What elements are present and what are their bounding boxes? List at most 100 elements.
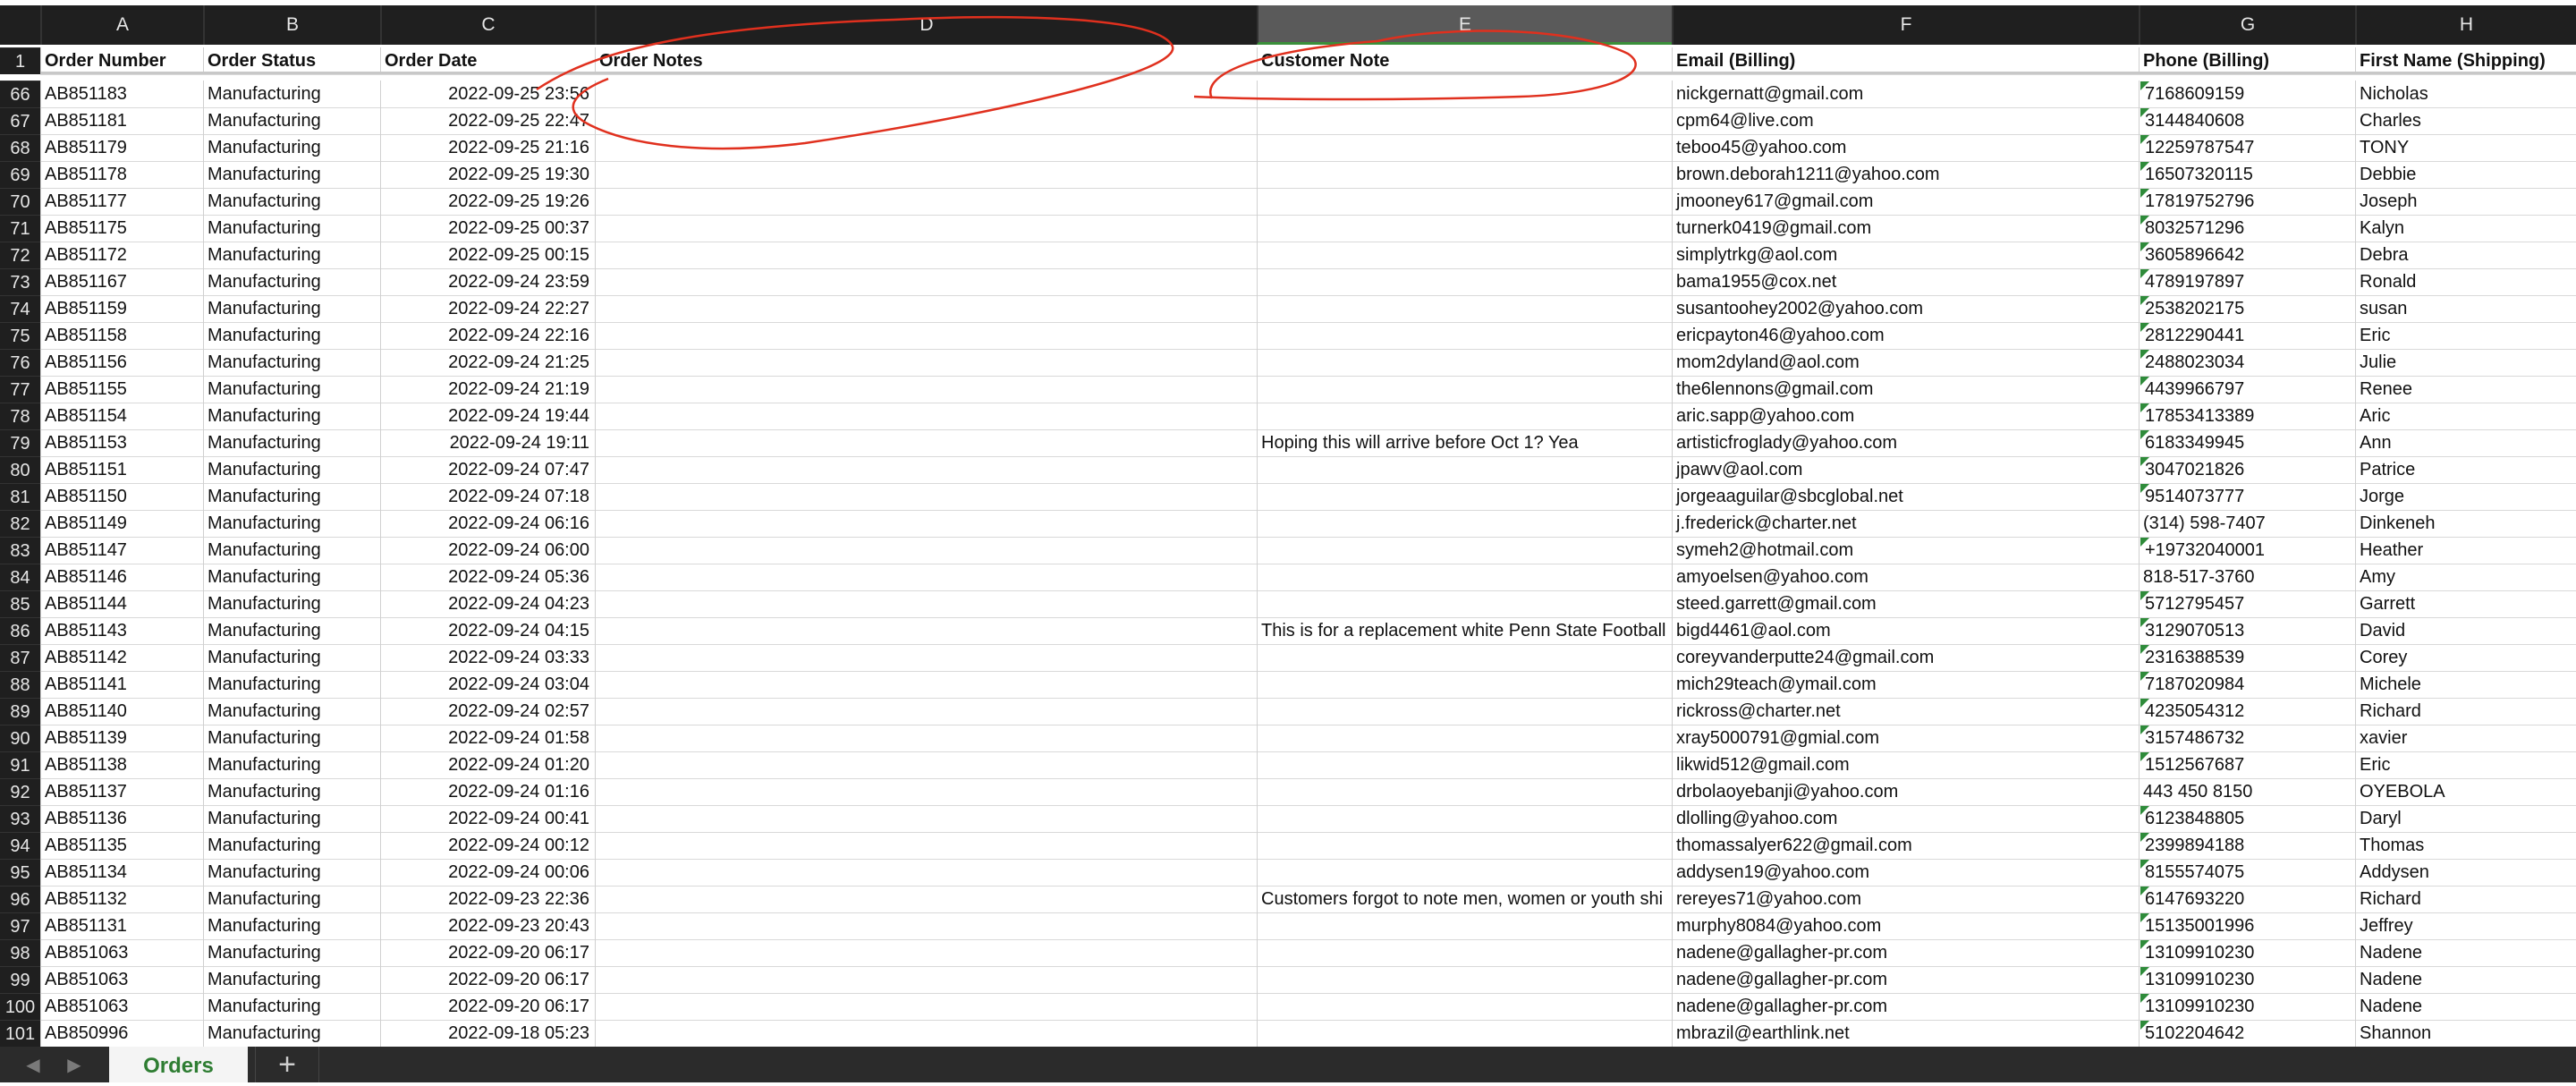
cell-date[interactable]: 2022-09-23 22:36 bbox=[380, 886, 595, 912]
cell-notes[interactable] bbox=[595, 134, 1257, 161]
row-header[interactable]: 67 bbox=[0, 107, 40, 134]
cell-phone[interactable]: 4439966797 bbox=[2139, 376, 2355, 403]
cell-cnote[interactable] bbox=[1257, 268, 1672, 295]
cell-date[interactable]: 2022-09-24 23:59 bbox=[380, 268, 595, 295]
cell-num[interactable]: AB851155 bbox=[40, 376, 203, 403]
cell-cnote[interactable] bbox=[1257, 966, 1672, 993]
cell-notes[interactable] bbox=[595, 429, 1257, 456]
cell-first[interactable]: Renee bbox=[2355, 376, 2576, 403]
cell-phone[interactable]: 3129070513 bbox=[2139, 617, 2355, 644]
cell-status[interactable]: Manufacturing bbox=[203, 242, 380, 268]
row-header[interactable]: 91 bbox=[0, 751, 40, 778]
cell-email[interactable]: brown.deborah1211@yahoo.com bbox=[1672, 161, 2139, 188]
cell-notes[interactable] bbox=[595, 537, 1257, 564]
cell-first[interactable]: xavier bbox=[2355, 725, 2576, 751]
cell-phone[interactable]: 5102204642 bbox=[2139, 1020, 2355, 1047]
cell-phone[interactable]: 6123848805 bbox=[2139, 805, 2355, 832]
cell-status[interactable]: Manufacturing bbox=[203, 161, 380, 188]
cell-phone[interactable]: 16507320115 bbox=[2139, 161, 2355, 188]
row-header[interactable]: 71 bbox=[0, 215, 40, 242]
row-header[interactable]: 73 bbox=[0, 268, 40, 295]
cell-email[interactable]: artisticfroglady@yahoo.com bbox=[1672, 429, 2139, 456]
cell-status[interactable]: Manufacturing bbox=[203, 644, 380, 671]
cell-num[interactable]: AB851146 bbox=[40, 564, 203, 590]
cell-num[interactable]: AB851138 bbox=[40, 751, 203, 778]
cell-email[interactable]: rereyes71@yahoo.com bbox=[1672, 886, 2139, 912]
cell-first[interactable]: susan bbox=[2355, 295, 2576, 322]
cell-phone[interactable]: 7187020984 bbox=[2139, 671, 2355, 698]
cell-first[interactable]: Richard bbox=[2355, 698, 2576, 725]
cell-date[interactable]: 2022-09-24 01:58 bbox=[380, 725, 595, 751]
cell-status[interactable]: Manufacturing bbox=[203, 912, 380, 939]
cell-cnote[interactable] bbox=[1257, 671, 1672, 698]
row-header[interactable]: 100 bbox=[0, 993, 40, 1020]
cell-date[interactable]: 2022-09-24 21:19 bbox=[380, 376, 595, 403]
row-header[interactable]: 101 bbox=[0, 1020, 40, 1047]
cell-cnote[interactable] bbox=[1257, 725, 1672, 751]
cell-date[interactable]: 2022-09-20 06:17 bbox=[380, 939, 595, 966]
cell-phone[interactable]: 2316388539 bbox=[2139, 644, 2355, 671]
header-cell[interactable]: Customer Note bbox=[1257, 47, 1672, 74]
cell-cnote[interactable] bbox=[1257, 322, 1672, 349]
cell-num[interactable]: AB851150 bbox=[40, 483, 203, 510]
cell-date[interactable]: 2022-09-24 02:57 bbox=[380, 698, 595, 725]
cell-date[interactable]: 2022-09-20 06:17 bbox=[380, 966, 595, 993]
cell-notes[interactable] bbox=[595, 215, 1257, 242]
cell-num[interactable]: AB851153 bbox=[40, 429, 203, 456]
cell-notes[interactable] bbox=[595, 188, 1257, 215]
cell-date[interactable]: 2022-09-24 01:16 bbox=[380, 778, 595, 805]
cell-date[interactable]: 2022-09-25 21:16 bbox=[380, 134, 595, 161]
cell-phone[interactable]: 2399894188 bbox=[2139, 832, 2355, 859]
cell-cnote[interactable]: Customers forgot to note men, women or y… bbox=[1257, 886, 1672, 912]
cell-status[interactable]: Manufacturing bbox=[203, 349, 380, 376]
cell-email[interactable]: amyoelsen@yahoo.com bbox=[1672, 564, 2139, 590]
cell-date[interactable]: 2022-09-25 19:30 bbox=[380, 161, 595, 188]
spreadsheet-grid[interactable]: ABCDEFGH 1 Order Number Order Status Order… bbox=[0, 0, 2576, 1047]
row-header[interactable]: 75 bbox=[0, 322, 40, 349]
sheet-tab-orders[interactable]: Orders bbox=[109, 1047, 248, 1082]
cell-first[interactable]: Heather bbox=[2355, 537, 2576, 564]
cell-cnote[interactable] bbox=[1257, 349, 1672, 376]
cell-email[interactable]: nadene@gallagher-pr.com bbox=[1672, 993, 2139, 1020]
cell-num[interactable]: AB851156 bbox=[40, 349, 203, 376]
column-header-b[interactable]: B bbox=[203, 5, 380, 45]
cell-first[interactable]: Daryl bbox=[2355, 805, 2576, 832]
header-cell[interactable]: Order Number bbox=[40, 47, 203, 74]
cell-date[interactable]: 2022-09-24 01:20 bbox=[380, 751, 595, 778]
cell-email[interactable]: susantoohey2002@yahoo.com bbox=[1672, 295, 2139, 322]
cell-notes[interactable] bbox=[595, 939, 1257, 966]
cell-phone[interactable]: 15135001996 bbox=[2139, 912, 2355, 939]
cell-date[interactable]: 2022-09-24 00:12 bbox=[380, 832, 595, 859]
cell-num[interactable]: AB851135 bbox=[40, 832, 203, 859]
cell-cnote[interactable] bbox=[1257, 859, 1672, 886]
cell-notes[interactable] bbox=[595, 268, 1257, 295]
cell-status[interactable]: Manufacturing bbox=[203, 725, 380, 751]
header-cell[interactable]: First Name (Shipping) bbox=[2355, 47, 2576, 74]
cell-email[interactable]: rickross@charter.net bbox=[1672, 698, 2139, 725]
header-cell[interactable]: Email (Billing) bbox=[1672, 47, 2139, 74]
cell-status[interactable]: Manufacturing bbox=[203, 886, 380, 912]
cell-phone[interactable]: 818-517-3760 bbox=[2139, 564, 2355, 590]
column-header-h[interactable]: H bbox=[2355, 5, 2576, 45]
cell-phone[interactable]: 17819752796 bbox=[2139, 188, 2355, 215]
cell-email[interactable]: nadene@gallagher-pr.com bbox=[1672, 939, 2139, 966]
cell-date[interactable]: 2022-09-25 00:37 bbox=[380, 215, 595, 242]
cell-first[interactable]: Eric bbox=[2355, 322, 2576, 349]
column-header-e[interactable]: E bbox=[1257, 5, 1672, 45]
cell-phone[interactable]: 3047021826 bbox=[2139, 456, 2355, 483]
cell-num[interactable]: AB851147 bbox=[40, 537, 203, 564]
cell-phone[interactable]: 12259787547 bbox=[2139, 134, 2355, 161]
header-cell[interactable]: Order Notes bbox=[595, 47, 1257, 74]
cell-email[interactable]: turnerk0419@gmail.com bbox=[1672, 215, 2139, 242]
cell-notes[interactable] bbox=[595, 242, 1257, 268]
row-header[interactable]: 92 bbox=[0, 778, 40, 805]
cell-date[interactable]: 2022-09-24 22:27 bbox=[380, 295, 595, 322]
cell-date[interactable]: 2022-09-24 19:44 bbox=[380, 403, 595, 429]
cell-notes[interactable] bbox=[595, 966, 1257, 993]
row-header[interactable]: 68 bbox=[0, 134, 40, 161]
row-header[interactable]: 82 bbox=[0, 510, 40, 537]
cell-email[interactable]: nickgernatt@gmail.com bbox=[1672, 81, 2139, 107]
cell-num[interactable]: AB851136 bbox=[40, 805, 203, 832]
cell-notes[interactable] bbox=[595, 617, 1257, 644]
cell-email[interactable]: jmooney617@gmail.com bbox=[1672, 188, 2139, 215]
